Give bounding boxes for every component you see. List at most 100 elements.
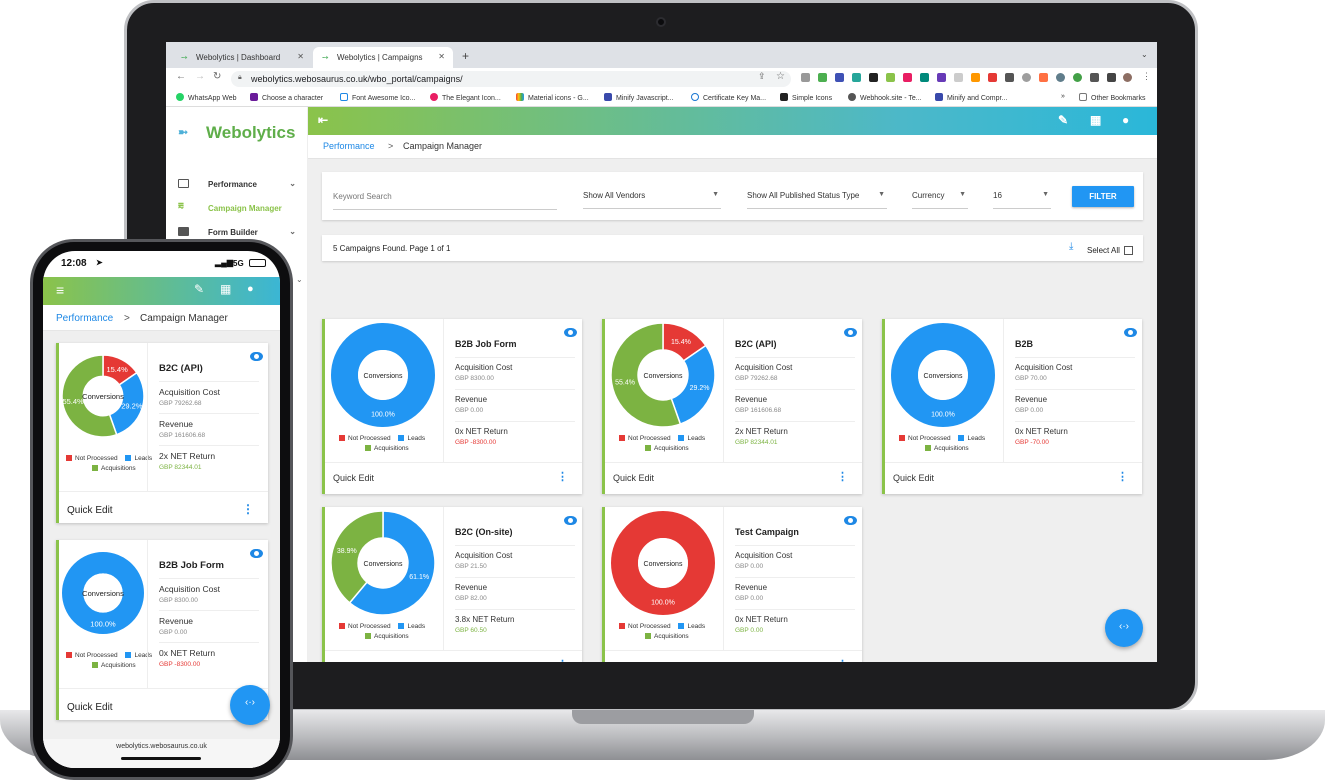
integrations-fab[interactable]: ‹·› bbox=[1105, 609, 1143, 647]
bookmark[interactable]: The Elegant Icon... bbox=[430, 93, 501, 102]
eye-icon[interactable] bbox=[564, 328, 577, 337]
quick-edit-button[interactable]: Quick Edit bbox=[613, 473, 654, 483]
safari-address[interactable]: webolytics.webosaurus.co.uk bbox=[43, 739, 280, 768]
eye-icon[interactable] bbox=[564, 516, 577, 525]
extension-icon[interactable] bbox=[954, 73, 963, 82]
browser-tab[interactable]: ➙ Webolytics | Dashboard ✕ bbox=[172, 47, 312, 68]
quick-edit-button[interactable]: Quick Edit bbox=[333, 473, 374, 483]
eye-icon[interactable] bbox=[250, 352, 263, 361]
filter-button[interactable]: FILTER bbox=[1072, 186, 1134, 207]
filter-bar: Keyword Search Show All Vendors ▼ Show Al… bbox=[322, 172, 1143, 220]
bookmark[interactable]: Minify and Compr... bbox=[935, 93, 1007, 102]
bookmark[interactable]: Font Awesome Ico... bbox=[340, 93, 415, 102]
bookmark[interactable]: Simple Icons bbox=[780, 93, 832, 102]
extension-icon[interactable] bbox=[903, 73, 912, 82]
bookmark[interactable]: Certificate Key Ma... bbox=[691, 93, 766, 102]
extension-icon[interactable] bbox=[1039, 73, 1048, 82]
extension-icon[interactable] bbox=[818, 73, 827, 82]
campaign-card[interactable]: 61.1% 38.9% Conversions Not Processed Lead… bbox=[322, 507, 582, 662]
more-vert-icon[interactable]: ⋮ bbox=[837, 658, 848, 662]
reload-icon[interactable]: ↻ bbox=[213, 71, 221, 82]
eye-icon[interactable] bbox=[1124, 328, 1137, 337]
new-tab-icon[interactable]: + bbox=[462, 49, 469, 63]
wrench-icon[interactable]: ✎ bbox=[194, 282, 204, 296]
bookmark[interactable]: WhatsApp Web bbox=[176, 93, 237, 102]
lock-icon: 🔒︎ bbox=[238, 74, 242, 81]
quick-edit-button[interactable]: Quick Edit bbox=[67, 702, 113, 713]
extension-icon[interactable] bbox=[1073, 73, 1082, 82]
chevron-down-icon[interactable]: ⌄ bbox=[296, 275, 303, 284]
extension-icon[interactable] bbox=[937, 73, 946, 82]
currency-select[interactable]: Currency ▼ bbox=[912, 191, 968, 209]
url-field[interactable]: 🔒︎ webolytics.webosaurus.co.uk/wbo_porta… bbox=[231, 71, 791, 87]
keyword-search-input[interactable]: Keyword Search bbox=[333, 192, 557, 210]
extension-icon[interactable] bbox=[852, 73, 861, 82]
close-icon[interactable]: ✕ bbox=[438, 52, 445, 61]
avatar[interactable] bbox=[1123, 73, 1132, 82]
vendors-select[interactable]: Show All Vendors ▼ bbox=[583, 191, 721, 209]
integrations-fab[interactable]: ‹·› bbox=[230, 685, 270, 725]
bookmark[interactable]: Webhook.site - Te... bbox=[848, 93, 922, 102]
bookmark[interactable]: Material icons - G... bbox=[516, 93, 589, 102]
puzzle-icon[interactable] bbox=[1090, 73, 1099, 82]
legend-item: Leads bbox=[398, 435, 425, 442]
eye-icon[interactable] bbox=[844, 516, 857, 525]
sidebar-toggle-icon[interactable] bbox=[1107, 73, 1116, 82]
campaign-card[interactable]: 15.4% 29.2% 55.4% Conversions Not Processed… bbox=[56, 343, 268, 523]
more-vert-icon[interactable]: ⋮ bbox=[1117, 470, 1128, 483]
more-vert-icon[interactable]: ⋮ bbox=[557, 658, 568, 662]
extension-icon[interactable] bbox=[1056, 73, 1065, 82]
extension-icon[interactable] bbox=[1005, 73, 1014, 82]
campaign-card[interactable]: 100.0% Conversions Not Processed Leads Ac… bbox=[322, 319, 582, 494]
quick-edit-button[interactable]: Quick Edit bbox=[613, 661, 654, 662]
tab-search-icon[interactable]: ⌄ bbox=[1141, 50, 1148, 59]
close-icon[interactable]: ✕ bbox=[297, 52, 304, 61]
star-icon[interactable]: ☆ bbox=[776, 71, 785, 82]
extension-icon[interactable] bbox=[1022, 73, 1031, 82]
more-vert-icon[interactable]: ⋮ bbox=[557, 470, 568, 483]
extension-icon[interactable] bbox=[920, 73, 929, 82]
bookmark-folder[interactable]: Other Bookmarks bbox=[1079, 93, 1145, 102]
browser-tab-active[interactable]: ➙ Webolytics | Campaigns ✕ bbox=[313, 47, 453, 68]
bookmarks-overflow[interactable]: » bbox=[1061, 93, 1065, 100]
hamburger-icon[interactable]: ≡ bbox=[56, 282, 64, 298]
quick-edit-button[interactable]: Quick Edit bbox=[67, 505, 113, 516]
sidebar-item-campaign-manager[interactable]: ⩳ Campaign Manager bbox=[178, 201, 302, 220]
bookmark[interactable]: Choose a character bbox=[250, 93, 323, 102]
extension-icon[interactable] bbox=[886, 73, 895, 82]
download-icon[interactable]: ⤓ bbox=[1069, 241, 1073, 252]
campaign-card[interactable]: 100.0% Conversions Not Processed Leads Ac… bbox=[882, 319, 1142, 494]
per-page-select[interactable]: 16 ▼ bbox=[993, 191, 1051, 209]
back-icon[interactable]: ← bbox=[176, 71, 186, 82]
more-vert-icon[interactable]: ⋮ bbox=[837, 470, 848, 483]
grid-icon[interactable]: ▦ bbox=[1090, 113, 1101, 127]
extension-icon[interactable] bbox=[801, 73, 810, 82]
extension-icon[interactable] bbox=[835, 73, 844, 82]
more-icon[interactable]: ⋮ bbox=[1142, 71, 1151, 82]
campaign-card[interactable]: 100.0% Conversions Not Processed Leads Ac… bbox=[602, 507, 862, 662]
eye-icon[interactable] bbox=[250, 549, 263, 558]
bookmark[interactable]: Minify Javascript... bbox=[604, 93, 674, 102]
breadcrumb-link[interactable]: Performance bbox=[323, 141, 375, 151]
battery-icon bbox=[249, 259, 266, 267]
user-icon[interactable]: ● bbox=[1122, 113, 1129, 127]
sidebar-item-performance[interactable]: Performance ⌄ bbox=[178, 178, 302, 196]
brand-logo[interactable]: ➼ Webolytics bbox=[178, 123, 295, 143]
grid-icon[interactable]: ▦ bbox=[220, 282, 231, 296]
select-all-checkbox[interactable] bbox=[1124, 246, 1133, 255]
eye-icon[interactable] bbox=[844, 328, 857, 337]
extension-icon[interactable] bbox=[869, 73, 878, 82]
status-select[interactable]: Show All Published Status Type ▼ bbox=[747, 191, 887, 209]
user-icon[interactable]: ● bbox=[247, 283, 254, 295]
quick-edit-button[interactable]: Quick Edit bbox=[333, 661, 374, 662]
campaign-card[interactable]: 15.4% 29.2% 55.4% Conversions Not Processed… bbox=[602, 319, 862, 494]
collapse-menu-icon[interactable]: ⇤ bbox=[318, 113, 328, 127]
quick-edit-button[interactable]: Quick Edit bbox=[893, 473, 934, 483]
extension-icon[interactable] bbox=[971, 73, 980, 82]
share-icon[interactable]: ⇪ bbox=[758, 71, 766, 82]
more-vert-icon[interactable]: ⋮ bbox=[242, 502, 254, 516]
wrench-icon[interactable]: ✎ bbox=[1058, 113, 1068, 127]
forward-icon[interactable]: → bbox=[195, 71, 205, 82]
extension-icon[interactable] bbox=[988, 73, 997, 82]
breadcrumb-link[interactable]: Performance bbox=[56, 313, 113, 324]
